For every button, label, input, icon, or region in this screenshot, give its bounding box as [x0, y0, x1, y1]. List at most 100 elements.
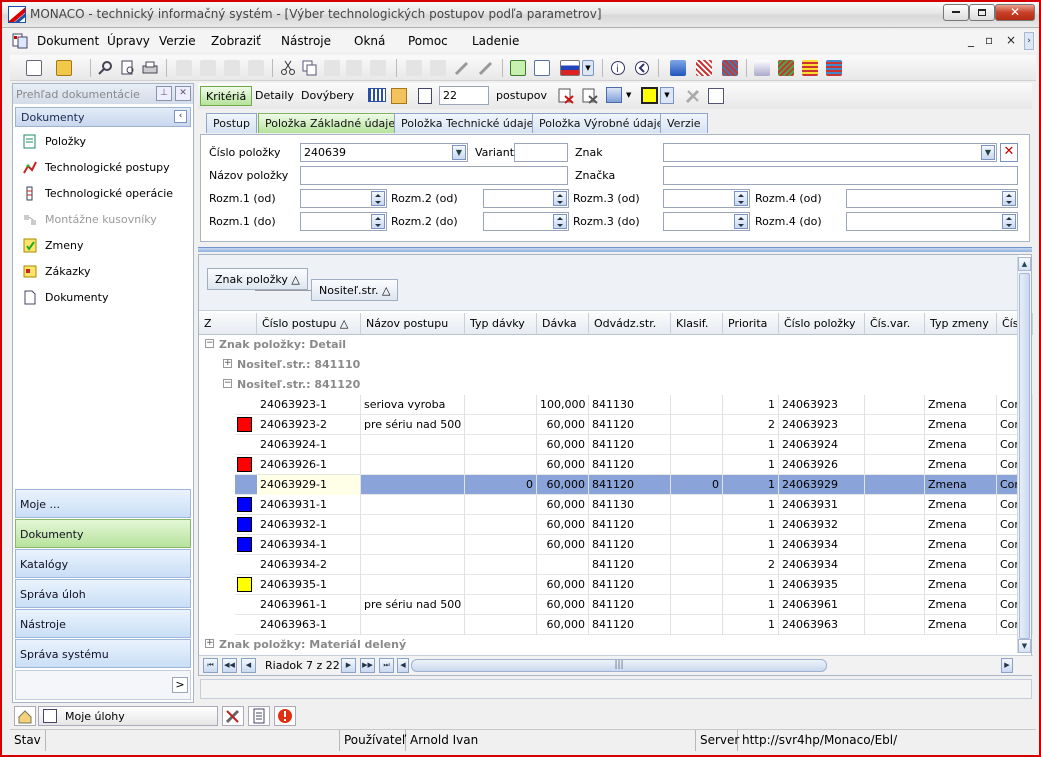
- scroll-down-icon[interactable]: ▼: [1018, 639, 1031, 653]
- cell-davka[interactable]: 60,000: [537, 435, 589, 455]
- menu-ladenie[interactable]: Ladenie: [472, 34, 519, 48]
- cell-zmena[interactable]: Zmena: [925, 615, 997, 635]
- cell-var[interactable]: [865, 495, 925, 515]
- rozm4-od-field[interactable]: [846, 189, 1018, 208]
- home-icon[interactable]: [14, 706, 36, 726]
- kriteria-button[interactable]: Kritériá: [200, 86, 253, 106]
- menu-pomoc[interactable]: Pomoc: [408, 34, 448, 48]
- cell-cislo[interactable]: 24063926-1: [257, 455, 361, 475]
- cell-nazov[interactable]: [361, 435, 465, 455]
- cell-davka[interactable]: 60,000: [537, 475, 589, 495]
- table-row[interactable]: 24063935-1 60,000 841120 1 24063935 Zmena Con: [235, 575, 1033, 595]
- cell-prio[interactable]: 1: [723, 575, 779, 595]
- cell-polozka[interactable]: 24063932: [779, 515, 865, 535]
- cell-var[interactable]: [865, 475, 925, 495]
- filter-settings-icon[interactable]: [582, 88, 598, 104]
- cell-cislo[interactable]: 24063935-1: [257, 575, 361, 595]
- dovybery-button[interactable]: Dovýbery: [301, 89, 354, 102]
- cell-prio[interactable]: 1: [723, 495, 779, 515]
- grid-icon[interactable]: [368, 88, 386, 102]
- cell-prio[interactable]: 1: [723, 395, 779, 415]
- cell-var[interactable]: [865, 575, 925, 595]
- form-layout-icon[interactable]: [708, 88, 724, 104]
- column-header[interactable]: Čís.var.: [865, 313, 925, 335]
- window-icon[interactable]: [534, 60, 550, 76]
- cell-nazov[interactable]: [361, 475, 465, 495]
- cell-cislo[interactable]: 24063923-2: [257, 415, 361, 435]
- open-folder-icon[interactable]: [56, 60, 72, 76]
- count-field[interactable]: 22: [439, 86, 489, 105]
- tools2-icon[interactable]: [478, 60, 494, 76]
- cell-var[interactable]: [865, 615, 925, 635]
- alert-tab-icon[interactable]: [274, 706, 296, 726]
- cell-odv[interactable]: 841120: [589, 475, 671, 495]
- tab-postup[interactable]: Postup: [206, 113, 257, 133]
- cell-polozka[interactable]: 24063935: [779, 575, 865, 595]
- rozm3-do-field[interactable]: [663, 212, 750, 231]
- table-row[interactable]: 24063961-1pre sériu nad 500 ks 60,0008411…: [235, 595, 1033, 615]
- rozm4-do-field[interactable]: [846, 212, 1018, 231]
- new-document-icon[interactable]: [26, 60, 42, 76]
- cell-klas[interactable]: [671, 535, 723, 555]
- column-header[interactable]: Dávka: [537, 313, 589, 335]
- cell-klas[interactable]: [671, 455, 723, 475]
- cell-zmena[interactable]: Zmena: [925, 415, 997, 435]
- structure-delete-icon[interactable]: [696, 60, 712, 76]
- table-row[interactable]: 24063929-1 0 60,000 841120 0 1 24063929 Zmena Co…: [235, 475, 1033, 495]
- document-view-icon[interactable]: [510, 60, 526, 76]
- cell-prio[interactable]: 2: [723, 555, 779, 575]
- cell-klas[interactable]: [671, 575, 723, 595]
- cell-prio[interactable]: 1: [723, 475, 779, 495]
- structure-compare-icon[interactable]: [722, 60, 738, 76]
- spinner-icon[interactable]: [553, 214, 567, 229]
- cell-zmena[interactable]: Zmena: [925, 435, 997, 455]
- nav-expand-button[interactable]: >: [172, 677, 188, 693]
- collapse-icon[interactable]: −: [223, 379, 232, 388]
- menu-okna[interactable]: Okná: [354, 34, 385, 48]
- cell-typ[interactable]: [465, 515, 537, 535]
- sidebar-item-polozky[interactable]: Položky: [23, 132, 189, 154]
- cell-typ[interactable]: [465, 435, 537, 455]
- pin-icon[interactable]: ⊥: [156, 86, 172, 101]
- cell-typ[interactable]: 0: [465, 475, 537, 495]
- cell-nazov[interactable]: [361, 615, 465, 635]
- cell-typ[interactable]: [465, 615, 537, 635]
- cell-typ[interactable]: [465, 575, 537, 595]
- operations-list-icon[interactable]: [826, 60, 842, 76]
- cell-typ[interactable]: [465, 455, 537, 475]
- cell-nazov[interactable]: pre sériu nad 500 ks: [361, 595, 465, 615]
- next-page-icon[interactable]: ▶▶: [360, 658, 375, 673]
- cell-odv[interactable]: 841120: [589, 555, 671, 575]
- cell-var[interactable]: [865, 455, 925, 475]
- routing-icon[interactable]: [778, 60, 794, 76]
- cell-klas[interactable]: [671, 515, 723, 535]
- menu-zobrazit[interactable]: Zobraziť: [211, 34, 261, 48]
- cell-davka[interactable]: 60,000: [537, 415, 589, 435]
- cell-var[interactable]: [865, 595, 925, 615]
- column-header[interactable]: Číslo postupu △: [257, 313, 361, 335]
- group-row[interactable]: − Znak položky: Detail: [199, 335, 1019, 355]
- cell-var[interactable]: [865, 555, 925, 575]
- sidebar-item-technologicke-postupy[interactable]: Technologické postupy: [23, 158, 189, 180]
- sidebar-item-zakazky[interactable]: Zákazky: [23, 262, 189, 284]
- spinner-icon[interactable]: [734, 191, 748, 206]
- table-row[interactable]: 24063931-1 60,000 841130 1 24063931 Zmena Con: [235, 495, 1033, 515]
- cell-cislo[interactable]: 24063934-1: [257, 535, 361, 555]
- copy-icon[interactable]: [302, 60, 318, 76]
- tab-polozka-vyrobne-udaje[interactable]: Položka Výrobné údaje: [532, 113, 671, 133]
- print-preview-icon[interactable]: [120, 60, 136, 76]
- cell-typ[interactable]: [465, 535, 537, 555]
- cell-davka[interactable]: 60,000: [537, 595, 589, 615]
- column-header[interactable]: Z: [199, 313, 257, 335]
- cell-zmena[interactable]: Zmena: [925, 475, 997, 495]
- cell-polozka[interactable]: 24063934: [779, 555, 865, 575]
- mdi-close-button[interactable]: ×: [1006, 33, 1016, 47]
- nav-button-moje[interactable]: Moje ...: [15, 489, 191, 518]
- spinner-icon[interactable]: [1002, 214, 1016, 229]
- menubar-scroll-button[interactable]: ›: [1024, 32, 1034, 50]
- cell-davka[interactable]: 60,000: [537, 495, 589, 515]
- expand-icon[interactable]: +: [205, 639, 214, 648]
- back-icon[interactable]: [634, 60, 650, 76]
- cell-var[interactable]: [865, 515, 925, 535]
- cell-cislo[interactable]: 24063924-1: [257, 435, 361, 455]
